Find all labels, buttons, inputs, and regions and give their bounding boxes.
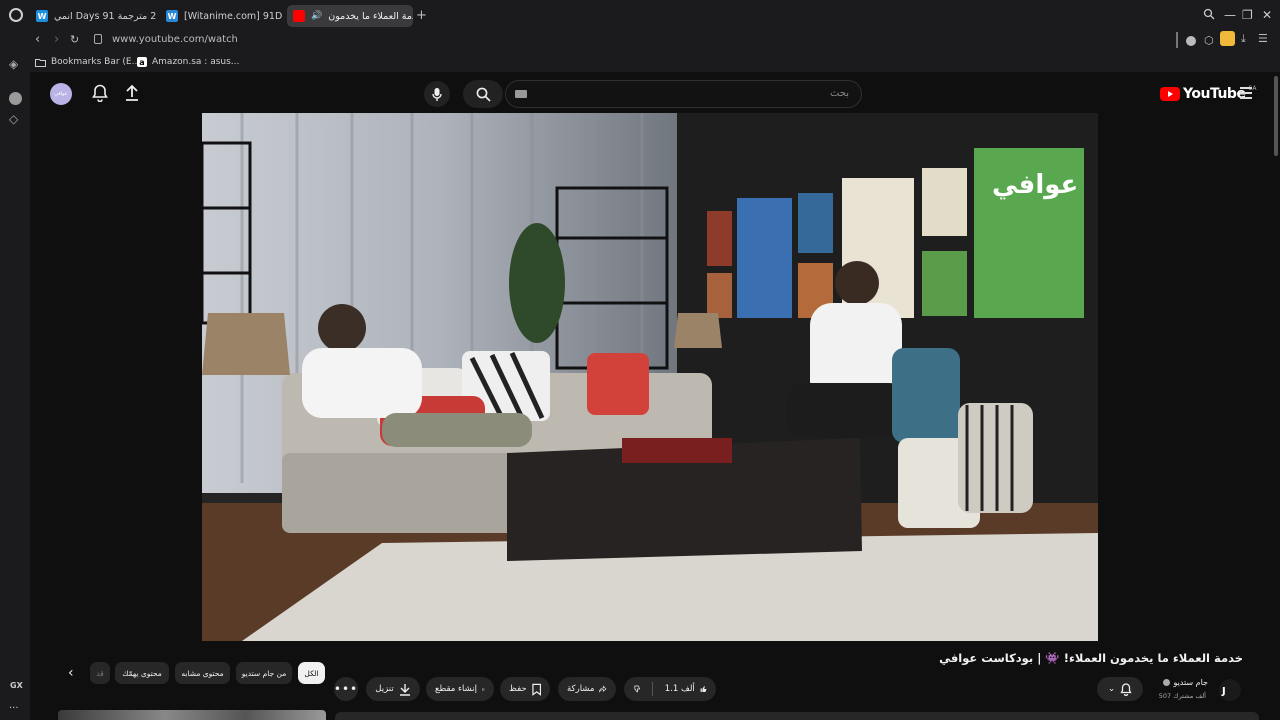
- address-bar: ‹ › ↻ www.youtube.com/watch ⬡ ⤓ ☰: [0, 30, 1280, 52]
- clip-button[interactable]: إنشاء مقطع: [426, 677, 494, 701]
- opera-logo-icon[interactable]: [9, 8, 23, 22]
- divider: [1176, 32, 1178, 48]
- search-tabs-icon[interactable]: [1203, 8, 1215, 23]
- like-icon[interactable]: [700, 683, 707, 695]
- close-icon[interactable]: ✕: [1262, 8, 1272, 22]
- witanime-favicon-icon: W: [36, 10, 48, 22]
- voice-search-mic-icon[interactable]: [424, 81, 450, 107]
- download-icon[interactable]: ⤓: [1241, 32, 1246, 46]
- youtube-wordmark: YouTube: [1183, 86, 1246, 102]
- aria-icon[interactable]: ◈: [9, 57, 18, 71]
- chip-from-channel[interactable]: من جام ستديو: [236, 662, 292, 684]
- more-horizontal-icon: •••: [333, 682, 359, 696]
- minimize-icon[interactable]: —: [1224, 8, 1236, 22]
- chip-recommended[interactable]: محتوى يهمّك: [115, 662, 169, 684]
- youtube-favicon-icon: [293, 10, 305, 22]
- reload-icon[interactable]: ↻: [70, 33, 79, 46]
- youtube-page: عوافي بحث YouTube SA عوافي خدمة العملاء …: [30, 72, 1280, 720]
- video-player[interactable]: عوافي: [202, 113, 1098, 641]
- scrollbar-thumb[interactable]: [1274, 76, 1278, 156]
- chip-scroll-left-icon[interactable]: ‹: [68, 665, 74, 681]
- tab-anime[interactable]: W انمي Days 91 الحلقة 2 مترجمة: [30, 5, 158, 27]
- divider: [652, 682, 653, 696]
- search-button[interactable]: [463, 80, 503, 108]
- bookmark-icon: [531, 683, 541, 696]
- video-frame-podcast-set: عوافي: [202, 113, 1098, 641]
- browser-sidebar: ◈ ◇ GX ...: [0, 57, 30, 720]
- subscribe-notify-button[interactable]: ⌄: [1097, 677, 1143, 701]
- svg-text:J: J: [1221, 686, 1226, 697]
- clip-label: إنشاء مقطع: [435, 684, 477, 694]
- chip-related[interactable]: محتوى مشابه: [175, 662, 230, 684]
- channel-name[interactable]: جام ستديو: [1163, 678, 1208, 687]
- bookmark-amazon[interactable]: a Amazon.sa : asus...: [137, 57, 239, 67]
- like-count[interactable]: 1.1 ألف: [665, 684, 695, 694]
- channel-avatar[interactable]: J: [1219, 679, 1241, 701]
- save-button[interactable]: حفظ: [500, 677, 550, 701]
- speaker-icon[interactable]: 🔊: [311, 11, 322, 21]
- share-label: مشاركة: [567, 684, 595, 694]
- share-button[interactable]: مشاركة: [558, 677, 616, 701]
- channel-name-text: جام ستديو: [1173, 678, 1208, 687]
- channel-logo-icon: J: [1221, 686, 1226, 697]
- bookmark-folder[interactable]: Bookmarks Bar (E...: [35, 57, 140, 67]
- tab-title: انمي Days 91 الحلقة 2 مترجمة: [54, 10, 158, 22]
- dislike-icon[interactable]: [633, 683, 641, 695]
- chevron-down-icon: ⌄: [1107, 684, 1116, 694]
- account-avatar[interactable]: عوافي: [50, 83, 72, 105]
- spotify-icon[interactable]: [9, 92, 22, 105]
- url-field[interactable]: www.youtube.com/watch: [112, 34, 238, 45]
- bookmark-label: Bookmarks Bar (E...: [51, 57, 141, 67]
- forward-icon[interactable]: ›: [54, 32, 59, 47]
- verified-icon: [1163, 679, 1171, 686]
- notifications-bell-icon[interactable]: [92, 84, 108, 106]
- bookmarks-bar: Bookmarks Bar (E... a Amazon.sa : asus..…: [0, 52, 1280, 72]
- upload-icon[interactable]: [124, 84, 140, 106]
- description-box[interactable]: [335, 712, 1259, 720]
- witanime-favicon-icon: W: [166, 10, 178, 22]
- download-arrow-icon: [399, 683, 410, 696]
- video-title: خدمة العملاء ما يخدمون العملاء! 👾 | بودك…: [939, 651, 1243, 665]
- tab-title: [Witanime.com] 91D EP 02: [184, 10, 282, 22]
- save-label: حفظ: [509, 684, 527, 694]
- tab-title: خدمة العملاء ما يخدمون: [328, 10, 413, 22]
- bell-icon: [1120, 682, 1132, 696]
- subscriber-count: 507 ألف مشترك: [1158, 692, 1206, 700]
- new-tab-plus-icon[interactable]: +: [416, 8, 427, 23]
- more-actions-button[interactable]: •••: [334, 677, 358, 701]
- chip-more[interactable]: قد: [90, 662, 110, 684]
- download-label: تنزيل: [375, 684, 394, 694]
- vpn-icon[interactable]: [1186, 36, 1196, 46]
- search-placeholder: بحث: [829, 88, 849, 99]
- easy-setup-icon[interactable]: ☰: [1258, 32, 1268, 45]
- gx-label[interactable]: GX: [10, 681, 23, 690]
- youtube-header: عوافي بحث YouTube SA: [30, 72, 1270, 116]
- tab-youtube-active[interactable]: 🔊 خدمة العملاء ما يخدمون: [287, 5, 413, 27]
- extensions-icon[interactable]: ⬡: [1204, 34, 1214, 47]
- diamond-icon[interactable]: ◇: [9, 112, 18, 126]
- extension-icon[interactable]: [1220, 31, 1235, 46]
- more-icon[interactable]: ...: [9, 700, 19, 711]
- share-icon: [599, 685, 607, 693]
- download-button[interactable]: تنزيل: [366, 677, 420, 701]
- keyboard-icon[interactable]: [515, 90, 527, 98]
- bookmark-label: Amazon.sa : asus...: [152, 57, 240, 67]
- search-icon: [476, 87, 491, 102]
- back-icon[interactable]: ‹: [35, 32, 40, 47]
- chip-all[interactable]: الكل: [298, 662, 325, 684]
- maximize-icon[interactable]: ❐: [1242, 8, 1253, 22]
- amazon-favicon-icon: a: [137, 57, 147, 67]
- scissors-icon: [482, 687, 485, 691]
- tab-bar: W انمي Days 91 الحلقة 2 مترجمة W [Witani…: [0, 0, 1280, 30]
- folder-icon: [35, 58, 46, 67]
- hamburger-menu-icon[interactable]: [1240, 87, 1252, 102]
- next-video-thumbnails[interactable]: [58, 710, 326, 720]
- search-input[interactable]: بحث: [505, 80, 862, 108]
- awafi-logo-overlay: عوافي: [992, 170, 1078, 200]
- page-scrollbar[interactable]: [1272, 72, 1280, 720]
- like-dislike-group: 1.1 ألف: [624, 677, 716, 701]
- tab-witanime[interactable]: W [Witanime.com] 91D EP 02: [160, 5, 282, 27]
- lock-icon: [94, 34, 102, 44]
- youtube-play-logo-icon: [1160, 87, 1180, 101]
